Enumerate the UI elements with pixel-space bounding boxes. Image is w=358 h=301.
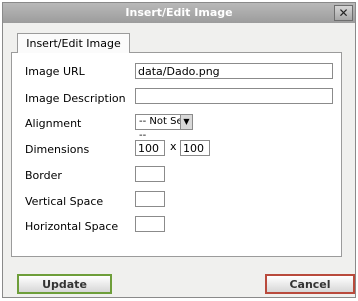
- horizontal-space-label: Horizontal Space: [25, 220, 119, 233]
- image-url-label: Image URL: [25, 65, 85, 78]
- dialog-titlebar[interactable]: Insert/Edit Image ✕: [3, 3, 355, 23]
- vertical-space-label: Vertical Space: [25, 195, 104, 208]
- vertical-space-input[interactable]: [135, 191, 165, 207]
- update-button[interactable]: Update: [17, 274, 112, 294]
- close-button[interactable]: ✕: [334, 5, 353, 21]
- cancel-button[interactable]: Cancel: [265, 274, 355, 294]
- image-description-label: Image Description: [25, 92, 126, 105]
- dialog-title: Insert/Edit Image: [125, 6, 233, 19]
- alignment-select[interactable]: -- Not Set -- ▼: [135, 114, 193, 141]
- image-url-input[interactable]: [135, 63, 333, 79]
- border-label: Border: [25, 169, 62, 182]
- chevron-down-icon[interactable]: ▼: [180, 115, 192, 129]
- height-input[interactable]: [180, 140, 210, 156]
- image-description-input[interactable]: [135, 88, 333, 104]
- alignment-label: Alignment: [25, 117, 82, 130]
- tab-insert-edit-image[interactable]: Insert/Edit Image: [17, 33, 130, 53]
- width-input[interactable]: [135, 140, 165, 156]
- dimensions-label: Dimensions: [25, 143, 90, 156]
- border-input[interactable]: [135, 166, 165, 182]
- dimension-separator: x: [170, 140, 177, 153]
- horizontal-space-input[interactable]: [135, 216, 165, 232]
- close-icon: ✕: [338, 6, 349, 20]
